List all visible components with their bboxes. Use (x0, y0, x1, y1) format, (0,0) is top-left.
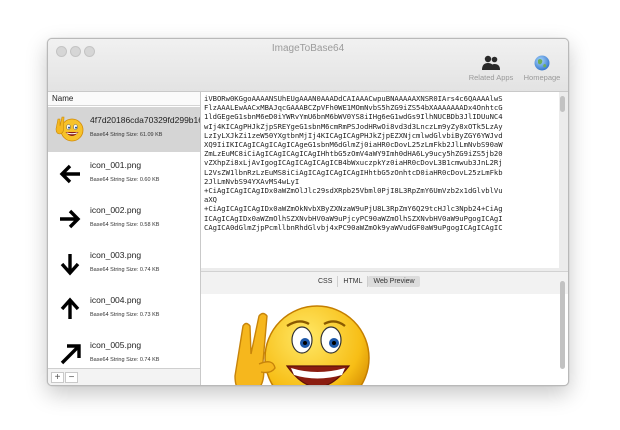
arrow-up-right-icon (60, 344, 81, 365)
code-line: +CiAgICAgICAgIDx0aWZmOkNvbXByZXNzaW9uPjU… (204, 204, 503, 214)
smiley-preview-image (234, 305, 370, 385)
file-name: icon_003.png (90, 250, 142, 260)
base64-output-text[interactable]: iVBORw0KGgoAAAANSUhEUgAAAN0AAADdCAIAAACw… (201, 92, 559, 268)
code-line: FlzAAALEwAACxMBAJqcGAAABCZpVFh0WE1MOmNvb… (204, 103, 503, 113)
file-name: 4f7d20186cda70329fd299b165241 (90, 115, 200, 125)
arrow-up-icon (60, 297, 80, 319)
smiley-emoji-thumbnail (55, 116, 84, 142)
homepage-label: Homepage (523, 73, 561, 82)
globe-icon (534, 55, 550, 71)
file-size: Base64 String Size: 0.60 KB (90, 177, 160, 183)
tab-html[interactable]: HTML (338, 276, 369, 287)
title-bar: ImageToBase64 Related Apps Homepage (48, 39, 568, 92)
remove-file-button[interactable]: − (65, 372, 78, 383)
file-size: Base64 String Size: 61.09 KB (90, 132, 163, 138)
file-name: icon_005.png (90, 340, 142, 350)
file-name: icon_002.png (90, 205, 142, 215)
list-item[interactable]: icon_002.png Base64 String Size: 0.58 KB (48, 197, 200, 242)
file-size: Base64 String Size: 0.73 KB (90, 312, 160, 318)
list-item[interactable]: icon_001.png Base64 String Size: 0.60 KB (48, 152, 200, 197)
related-apps-button[interactable]: Related Apps (463, 55, 519, 82)
code-line: wIj4KICAgPHJkZjpSREYgeG1sbnM6cmRmPSJodHR… (204, 121, 503, 131)
code-line: 2JlLmNvbS94YXAvMS4wLyI (204, 176, 300, 186)
file-size: Base64 String Size: 0.74 KB (90, 357, 160, 363)
code-line: L2VsZW1lbnRzLzEuMS8iCiAgICAgICAgICAgIHht… (204, 167, 503, 177)
code-line: LzIyLXJkZi1zeW50YXgtbnMjIj4KICAgICAgPHJk… (204, 130, 503, 140)
output-tab-bar: CSS HTML Web Preview (201, 271, 568, 295)
file-list: 4f7d20186cda70329fd299b165241 Base64 Str… (48, 107, 200, 369)
code-line: +CiAgICAgICAgIDx0aWZmOlJlc29sdXRpb25Vbml… (204, 186, 503, 196)
code-line: vZXhpZi8xLjAvIgogICAgICAgICAgICB4bWxuczp… (204, 158, 503, 168)
web-preview-pane (201, 294, 568, 385)
arrow-left-icon (59, 164, 80, 184)
file-name: icon_004.png (90, 295, 142, 305)
arrow-down-icon (60, 254, 80, 276)
code-line: aXQ (204, 195, 217, 205)
sidebar-footer: + − (48, 368, 200, 385)
file-name: icon_001.png (90, 160, 142, 170)
name-column-header[interactable]: Name (48, 92, 200, 106)
list-item[interactable]: 4f7d20186cda70329fd299b165241 Base64 Str… (48, 107, 200, 152)
app-window: ImageToBase64 Related Apps Homepage Name (47, 38, 569, 386)
code-line: ICAgICAgIDx0aWZmOlhSZXNvbHV0aW9uPjcyPC90… (204, 213, 503, 223)
code-line: XQ9IiIKICAgICAgICAgICAgeG1sbnM6dGlmZj0ia… (204, 140, 503, 150)
arrow-right-icon (60, 209, 81, 229)
homepage-button[interactable]: Homepage (514, 55, 568, 82)
window-title: ImageToBase64 (271, 43, 345, 54)
code-line: ZmLzEuMC8iCiAgICAgICAgICAgIHhtbG5zOmV4aW… (204, 149, 503, 159)
add-file-button[interactable]: + (51, 372, 64, 383)
list-item[interactable]: icon_004.png Base64 String Size: 0.73 KB (48, 287, 200, 332)
tab-css[interactable]: CSS (313, 276, 339, 287)
file-sidebar: Name 4f7d20186cda70329fd299b165241 Base6… (48, 92, 201, 385)
code-scrollbar[interactable] (560, 96, 565, 112)
list-item[interactable]: icon_005.png Base64 String Size: 0.74 KB (48, 332, 200, 369)
code-line: iVBORw0KGgoAAAANSUhEUgAAAN0AAADdCAIAAACw… (204, 94, 503, 103)
related-apps-label: Related Apps (468, 73, 514, 82)
file-size: Base64 String Size: 0.58 KB (90, 222, 160, 228)
code-line: 1ldGEgeG1sbnM6eD0iYWRvYmU6bnM6bWV0YS8iIH… (204, 112, 503, 122)
list-item[interactable]: icon_003.png Base64 String Size: 0.74 KB (48, 242, 200, 287)
file-size: Base64 String Size: 0.74 KB (90, 267, 160, 273)
preview-scrollbar[interactable] (560, 281, 565, 369)
tab-web-preview[interactable]: Web Preview (368, 276, 420, 287)
code-line: CAgICA0dGlmZjpPcmllbnRhdGlvbj4xPC90aWZmO… (204, 222, 503, 232)
people-icon (482, 55, 500, 70)
